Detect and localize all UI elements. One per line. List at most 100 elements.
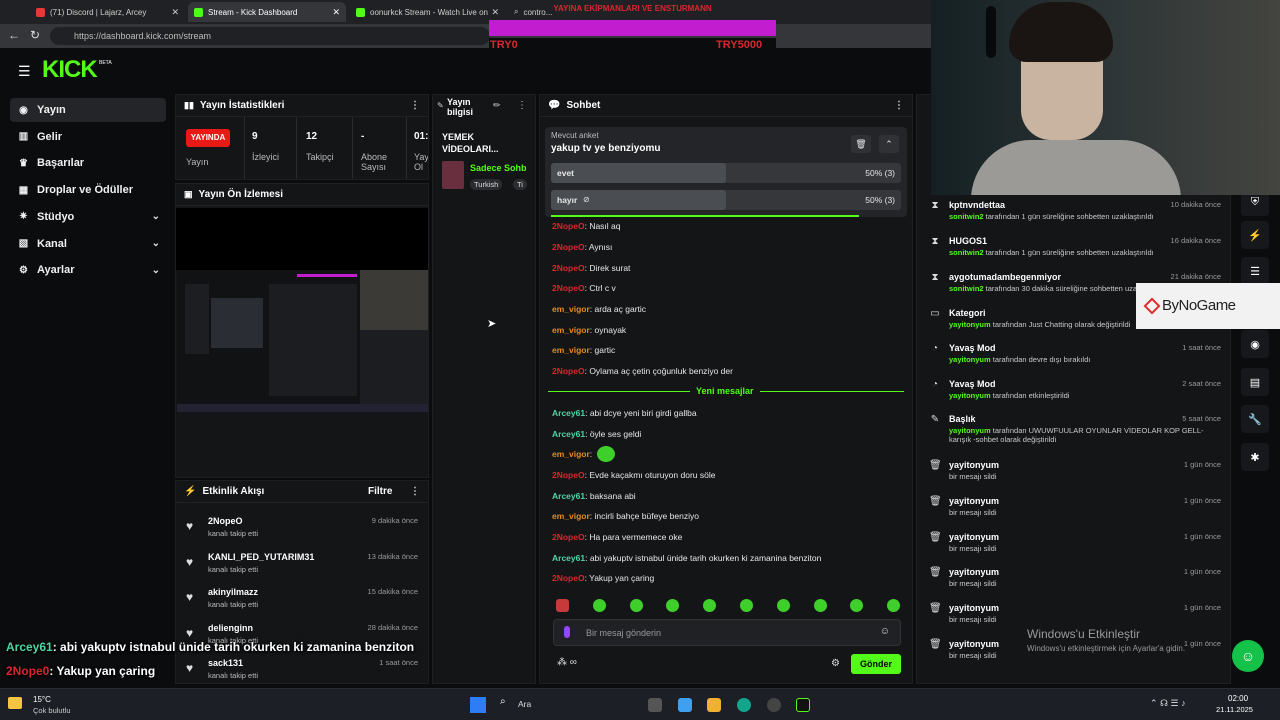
tag-chip[interactable]: Ti (513, 179, 527, 190)
emote-icon[interactable] (629, 599, 643, 612)
stream-preview-video[interactable] (177, 270, 428, 412)
broadcast-icon[interactable]: ◉ (1241, 330, 1269, 358)
close-icon[interactable]: ✕ (332, 7, 340, 18)
feed-item-name[interactable]: delienginn (208, 623, 253, 633)
mod-log-title[interactable]: Kategori (949, 308, 986, 318)
chat-input[interactable]: Bir mesaj gönderin ☺ (553, 619, 901, 646)
chat-users-icon[interactable]: ⁂ ∞ (557, 657, 577, 668)
mod-log-title[interactable]: kptnvndettaa (949, 200, 1005, 210)
chat-username[interactable]: em_vigor (552, 449, 590, 459)
copilot-icon[interactable] (678, 698, 692, 712)
feed-item-name[interactable]: KANLI_PED_YUTARIM31 (208, 552, 314, 562)
support-button[interactable]: ☺ (1232, 640, 1264, 672)
chat-username[interactable]: 2NopeO (552, 283, 585, 293)
sidebar-item-1[interactable]: ▥ Gelir (10, 125, 166, 149)
gear-icon[interactable]: ⚙ (831, 658, 840, 669)
back-icon[interactable]: ← (8, 28, 20, 42)
chevron-down-icon[interactable]: ⌄ (152, 238, 160, 249)
mod-log-moderator[interactable]: sonitwin2 (949, 248, 984, 257)
chat-username[interactable]: Arcey61 (552, 553, 585, 563)
sidebar-item-5[interactable]: ▧ Kanal ⌄ (10, 232, 166, 256)
search-icon[interactable]: ⌕ (500, 696, 506, 707)
chat-username[interactable]: 2NopeO (552, 263, 585, 273)
send-button[interactable]: Gönder (851, 654, 901, 674)
mod-log-title[interactable]: yayitonyum (949, 639, 999, 649)
emote-icon[interactable] (592, 599, 606, 612)
url-field[interactable]: https://dashboard.kick.com/stream (50, 27, 490, 45)
puzzle-icon[interactable]: ✱ (1241, 443, 1269, 471)
task-view-icon[interactable] (648, 698, 662, 712)
chat-username[interactable]: em_vigor (552, 304, 590, 314)
stack-icon[interactable]: ▤ (1241, 368, 1269, 396)
feed-item-name[interactable]: sack131 (208, 658, 243, 668)
menu-icon[interactable]: ☰ (18, 63, 31, 80)
kick-logo[interactable]: KICK (42, 56, 98, 84)
chat-username[interactable]: 2NopeO (552, 573, 585, 583)
windows-start-icon[interactable] (470, 697, 486, 713)
mod-log-moderator[interactable]: sonitwin2 (949, 212, 984, 221)
mic-icon[interactable] (564, 626, 570, 638)
sidebar-item-3[interactable]: ▦ Droplar ve Ödüller (10, 178, 166, 202)
edit-icon[interactable]: ✏ (493, 100, 501, 111)
chat-username[interactable]: Arcey61 (552, 408, 585, 418)
explorer-icon[interactable] (707, 698, 721, 712)
trash-icon[interactable]: 🗑 (851, 135, 871, 153)
feed-item-name[interactable]: 2NopeO (208, 516, 243, 526)
emoji-icon[interactable]: ☺ (880, 626, 890, 637)
sidebar-item-4[interactable]: ✷ Stüdyo ⌄ (10, 205, 166, 229)
sidebar-item-6[interactable]: ⚙ Ayarlar ⌄ (10, 258, 166, 282)
kick-app-icon[interactable] (796, 698, 810, 712)
chat-username[interactable]: 2NopeO (552, 221, 585, 231)
chat-username[interactable]: 2NopeO (552, 242, 585, 252)
chevron-down-icon[interactable]: ⌄ (152, 265, 160, 276)
mod-log-moderator[interactable]: sonitwin2 (949, 284, 984, 293)
filter-button[interactable]: Filtre (368, 486, 392, 497)
obs-icon[interactable] (767, 698, 781, 712)
category-thumbnail[interactable] (442, 161, 464, 189)
mod-log-title[interactable]: yayitonyum (949, 460, 999, 470)
mod-log-moderator[interactable]: yayitonyum (949, 320, 991, 329)
kebab-icon[interactable]: ⋮ (517, 100, 527, 111)
browser-tab-discord[interactable]: (71) Discord | Lajarz, Arcey ✕ (30, 2, 185, 22)
chat-username[interactable]: Arcey61 (552, 491, 585, 501)
emote-icon[interactable] (776, 599, 790, 612)
mod-log-title[interactable]: Başlık (949, 414, 976, 424)
mod-log-title[interactable]: aygotumadambegenmiyor (949, 272, 1061, 282)
chat-username[interactable]: em_vigor (552, 325, 590, 335)
poll-option[interactable]: evet 50% (3) (551, 163, 901, 183)
mod-log-moderator[interactable]: yayitonyum (949, 391, 991, 400)
sidebar-item-2[interactable]: ♛ Başarılar (10, 151, 166, 175)
mod-log-title[interactable]: Yavaş Mod (949, 379, 996, 389)
mod-log-title[interactable]: yayitonyum (949, 567, 999, 577)
browser-tab-kick-live[interactable]: oonurkck Stream - Watch Live on ✕ (350, 2, 505, 22)
chat-username[interactable]: em_vigor (552, 511, 590, 521)
mod-log-title[interactable]: HUGOS1 (949, 236, 987, 246)
mod-log-moderator[interactable]: yayitonyum (949, 426, 991, 435)
taskbar-search[interactable]: Ara (518, 699, 531, 709)
lightning-icon[interactable]: ⚡ (1241, 221, 1269, 249)
mod-log-title[interactable]: yayitonyum (949, 496, 999, 506)
chat-username[interactable]: em_vigor (552, 345, 590, 355)
sidebar-item-0[interactable]: ◉ Yayın (10, 98, 166, 122)
chat-username[interactable]: 2NopeO (552, 366, 585, 376)
chevron-up-icon[interactable]: ⌃ (879, 135, 899, 153)
reload-icon[interactable]: ↻ (30, 28, 40, 42)
edge-icon[interactable] (737, 698, 751, 712)
kebab-icon[interactable]: ⋮ (410, 486, 420, 497)
tray-icons[interactable]: ⌃ ☊ ☰ ♪ (1150, 698, 1186, 709)
mod-log-moderator[interactable]: yayitonyum (949, 355, 991, 364)
chat-username[interactable]: 2NopeO (552, 532, 585, 542)
close-icon[interactable]: ✕ (171, 7, 179, 18)
tag-chip[interactable]: Turkish (470, 179, 503, 190)
mod-log-title[interactable]: yayitonyum (949, 603, 999, 613)
category-link[interactable]: Sadece Sohb (470, 163, 527, 173)
chevron-down-icon[interactable]: ⌄ (152, 211, 160, 222)
wrench-icon[interactable]: 🔧 (1241, 405, 1269, 433)
kebab-icon[interactable]: ⋮ (894, 100, 904, 111)
poll-option[interactable]: hayır ⊘ 50% (3) (551, 190, 901, 210)
emote-icon[interactable] (556, 599, 569, 612)
mod-log-title[interactable]: Yavaş Mod (949, 343, 996, 353)
emote-icon[interactable] (813, 599, 827, 612)
feed-item-name[interactable]: akinyilmazz (208, 587, 258, 597)
chat-username[interactable]: 2NopeO (552, 470, 585, 480)
